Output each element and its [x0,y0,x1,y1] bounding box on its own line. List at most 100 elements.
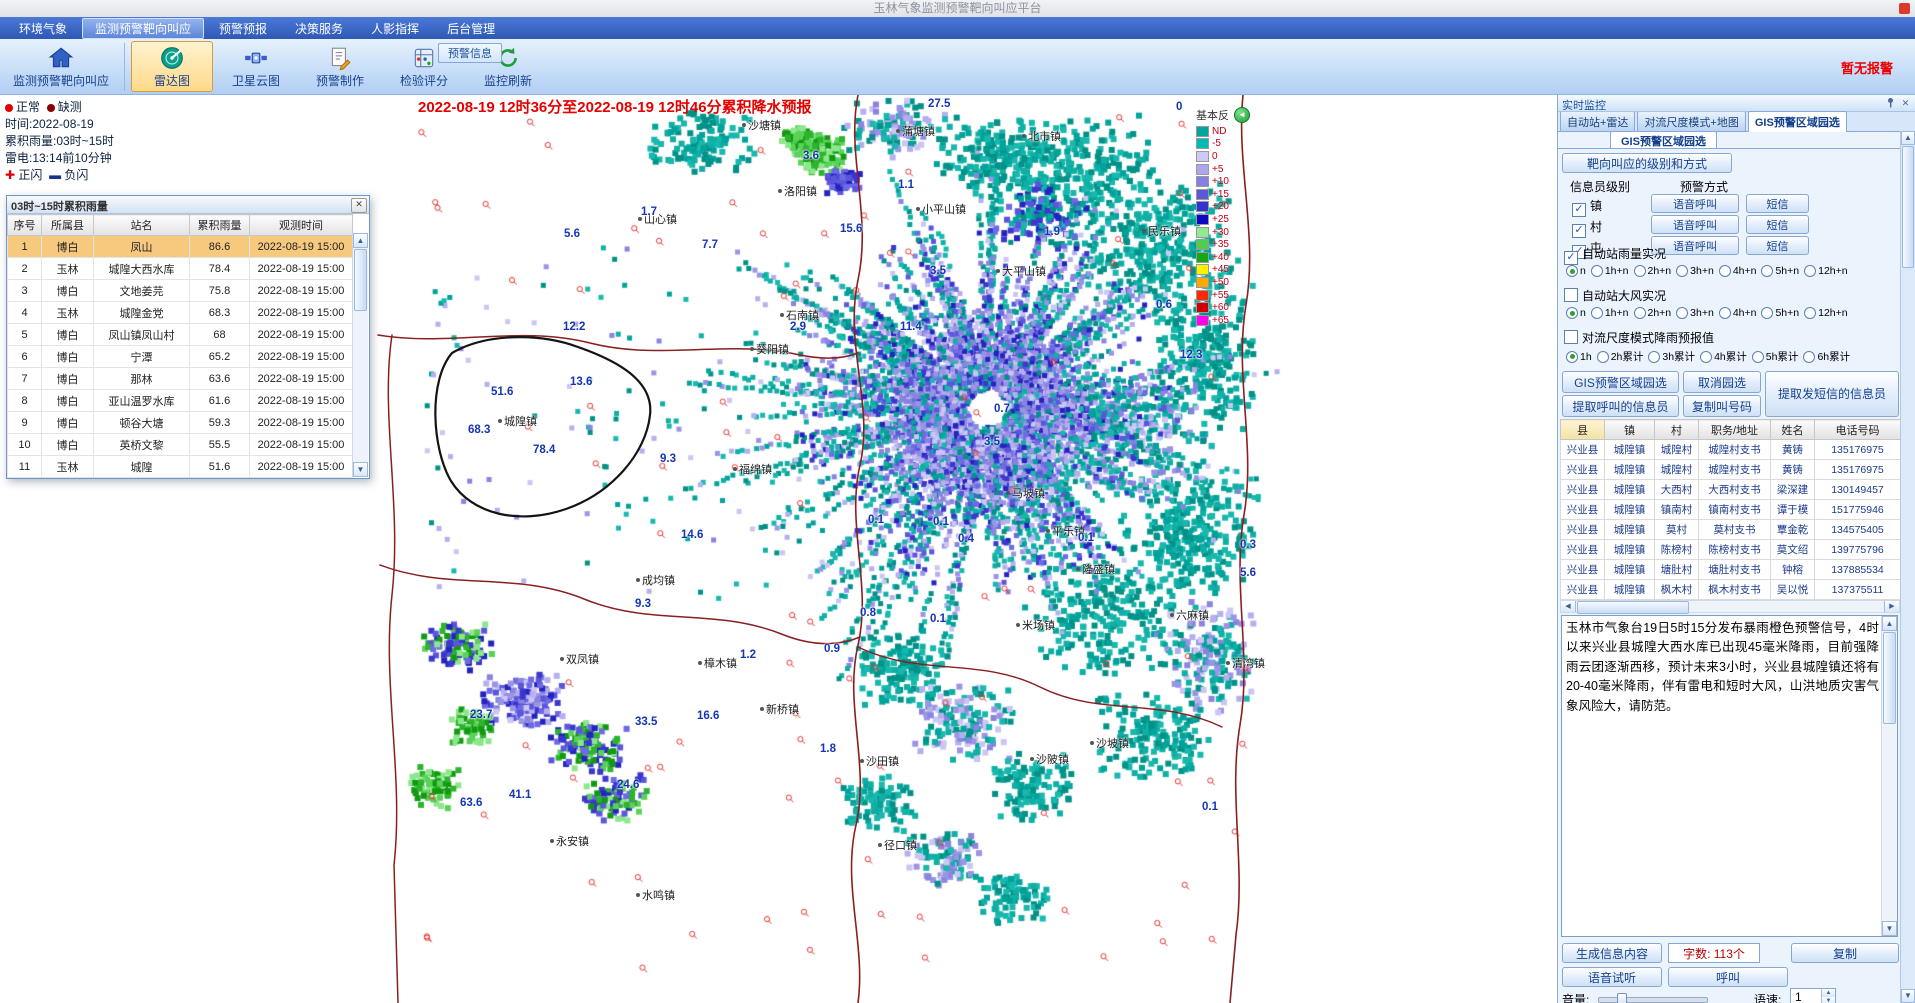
column-header[interactable]: 电话号码 [1815,420,1901,440]
radio-option-4h+n[interactable]: 4h+n [1719,265,1757,277]
model-forecast-checkbox[interactable]: 对流尺度模式降雨预报值 [1564,329,1714,346]
menu-item-4[interactable]: 人影指挥 [358,18,432,39]
panel-tab-2[interactable]: GIS预警区域园选 [1748,111,1847,132]
spin-down-icon[interactable]: ▼ [1822,997,1835,1003]
panel-vscrollbar[interactable]: ▲ ▼ [1900,131,1915,1003]
column-header[interactable]: 姓名 [1771,420,1815,440]
volume-slider[interactable] [1598,997,1708,1003]
auto-station-wind-checkbox[interactable]: 自动站大风实况 [1564,287,1666,304]
table-row[interactable]: 6博白宁潭65.22022-08-19 15:00 [8,346,353,368]
close-icon[interactable]: ✕ [351,198,367,213]
extract-sms-button[interactable]: 提取发短信的信息员 [1765,371,1899,417]
scrollbar-thumb[interactable] [354,249,367,311]
scrollbar-thumb[interactable] [1902,146,1914,268]
radio-option-3h+n[interactable]: 3h+n [1676,307,1714,319]
menu-item-1[interactable]: 监测预警靶向叫应 [82,18,204,39]
radio-option-2h累计[interactable]: 2h累计 [1597,349,1644,364]
radio-option-n[interactable]: n [1566,307,1586,319]
radio-option-12h+n[interactable]: 12h+n [1804,265,1848,277]
gis-subtab[interactable]: GIS预警区域园选 [1610,131,1717,149]
scroll-down-icon[interactable]: ▼ [353,462,368,477]
radar-map[interactable]: 沙塘镇蒲塘镇北市镇洛阳镇小平山镇民乐镇山心镇石南镇葵阳镇大平山镇城隍镇福绵镇成均… [0,95,1557,1003]
table-row[interactable]: 1博白凤山86.62022-08-19 15:00 [8,236,353,258]
scroll-right-icon[interactable]: ▶ [1884,601,1899,612]
table-row[interactable]: 9博白顿谷大塘59.32022-08-19 15:00 [8,412,353,434]
level-row-村[interactable]: ✓村 [1572,218,1602,238]
voice-call-button-村[interactable]: 语音呼叫 [1651,215,1739,234]
contact-row[interactable]: 兴业县城隍镇大西村大西村支书梁深建130149457 [1561,480,1901,500]
sms-button-村[interactable]: 短信 [1746,215,1809,234]
table-row[interactable]: 10博白英桥文黎55.52022-08-19 15:00 [8,434,353,456]
contact-row[interactable]: 兴业县城隍镇枫木村枫木村支书吴以悦137375511 [1561,580,1901,600]
column-header[interactable]: 镇 [1605,420,1655,440]
copy-numbers-button[interactable]: 复制叫号码 [1683,395,1761,417]
spinner-arrows[interactable]: ▲▼ [1821,989,1835,1003]
message-scrollbar[interactable]: ▲ ▼ [1881,616,1897,936]
speed-spinner[interactable]: 1 ▲▼ [1790,988,1836,1003]
call-level-header-button[interactable]: 靶向叫应的级别和方式 [1562,153,1732,173]
rain-table-scrollbar[interactable]: ▲ ▼ [352,233,368,477]
sms-button-屯[interactable]: 短信 [1746,236,1809,255]
auto-station-rain-checkbox[interactable]: ✓自动站雨量实况 [1564,245,1666,265]
radio-option-1h+n[interactable]: 1h+n [1591,307,1629,319]
table-row[interactable]: 5博白凤山镇凤山村682022-08-19 15:00 [8,324,353,346]
scroll-down-icon[interactable]: ▼ [1882,921,1897,936]
generate-message-button[interactable]: 生成信息内容 [1562,943,1662,963]
contact-row[interactable]: 兴业县城隍镇城隍村城隍村支书黄铸135176975 [1561,440,1901,460]
slider-thumb[interactable] [1617,993,1627,1003]
table-row[interactable]: 11玉林城隍51.62022-08-19 15:00 [8,456,353,478]
voice-preview-button[interactable]: 语音试听 [1562,967,1662,987]
menu-item-2[interactable]: 预警预报 [206,18,280,39]
contact-row[interactable]: 兴业县城隍镇镇南村镇南村支书谭于模151775946 [1561,500,1901,520]
call-button[interactable]: 呼叫 [1668,967,1788,987]
tool-item-0[interactable]: 监测预警靶向叫应 [4,41,118,92]
scrollbar-thumb[interactable] [1883,632,1896,724]
table-row[interactable]: 3博白文地姜芫75.82022-08-19 15:00 [8,280,353,302]
column-header[interactable]: 村 [1655,420,1699,440]
radio-option-3h+n[interactable]: 3h+n [1676,265,1714,277]
tool-item-3[interactable]: 预警制作 [299,41,381,92]
radio-option-12h+n[interactable]: 12h+n [1804,307,1848,319]
panel-tab-0[interactable]: 自动站+雷达 [1560,111,1635,131]
scroll-up-icon[interactable]: ▲ [1882,616,1897,631]
radio-option-5h+n[interactable]: 5h+n [1761,307,1799,319]
radio-option-1h[interactable]: 1h [1566,351,1592,363]
cancel-select-button[interactable]: 取消园选 [1683,371,1761,393]
sms-button-镇[interactable]: 短信 [1746,194,1809,213]
radio-option-5h+n[interactable]: 5h+n [1761,265,1799,277]
contacts-hscrollbar[interactable]: ◀ ▶ [1560,600,1900,613]
table-row[interactable]: 2玉林城隍大西水库78.42022-08-19 15:00 [8,258,353,280]
scroll-down-icon[interactable]: ▼ [1901,989,1915,1003]
column-header[interactable]: 县 [1561,420,1605,440]
radio-option-2h+n[interactable]: 2h+n [1634,265,1672,277]
radio-option-5h累计[interactable]: 5h累计 [1752,349,1799,364]
radio-option-n[interactable]: n [1566,265,1586,277]
table-row[interactable]: 8博白亚山温罗水库61.62022-08-19 15:00 [8,390,353,412]
radio-option-4h累计[interactable]: 4h累计 [1700,349,1747,364]
scroll-up-icon[interactable]: ▲ [353,233,368,248]
radio-option-2h+n[interactable]: 2h+n [1634,307,1672,319]
tool-item-1[interactable]: 雷达图 [131,41,213,92]
scroll-up-icon[interactable]: ▲ [1901,131,1915,145]
contact-row[interactable]: 兴业县城隍镇塘肚村塘肚村支书钟榕137885534 [1561,560,1901,580]
message-textarea[interactable]: 玉林市气象台19日5时15分发布暴雨橙色预警信号，4时以来兴业县城隍大西水库已出… [1566,619,1879,933]
radio-option-3h累计[interactable]: 3h累计 [1648,349,1695,364]
extract-call-button[interactable]: 提取呼叫的信息员 [1562,395,1679,417]
panel-tab-1[interactable]: 对流尺度模式+地图 [1637,111,1745,131]
radio-option-4h+n[interactable]: 4h+n [1719,307,1757,319]
spin-up-icon[interactable]: ▲ [1822,989,1835,997]
pin-icon[interactable] [1884,97,1897,110]
scroll-left-icon[interactable]: ◀ [1561,601,1576,612]
radio-option-1h+n[interactable]: 1h+n [1591,265,1629,277]
legend-collapse-button[interactable]: ◄ [1234,107,1250,123]
table-row[interactable]: 7博白那林63.62022-08-19 15:00 [8,368,353,390]
tool-item-2[interactable]: 卫星云图 [215,41,297,92]
menu-item-0[interactable]: 环境气象 [6,18,80,39]
radio-option-6h累计[interactable]: 6h累计 [1803,349,1850,364]
contact-row[interactable]: 兴业县城隍镇莫村莫村支书覃金乾134575405 [1561,520,1901,540]
table-row[interactable]: 4玉林城隍金党68.32022-08-19 15:00 [8,302,353,324]
column-header[interactable]: 职务/地址 [1699,420,1771,440]
gis-select-button[interactable]: GIS预警区域园选 [1562,371,1679,393]
copy-button[interactable]: 复制 [1791,943,1899,963]
voice-call-button-镇[interactable]: 语音呼叫 [1651,194,1739,213]
